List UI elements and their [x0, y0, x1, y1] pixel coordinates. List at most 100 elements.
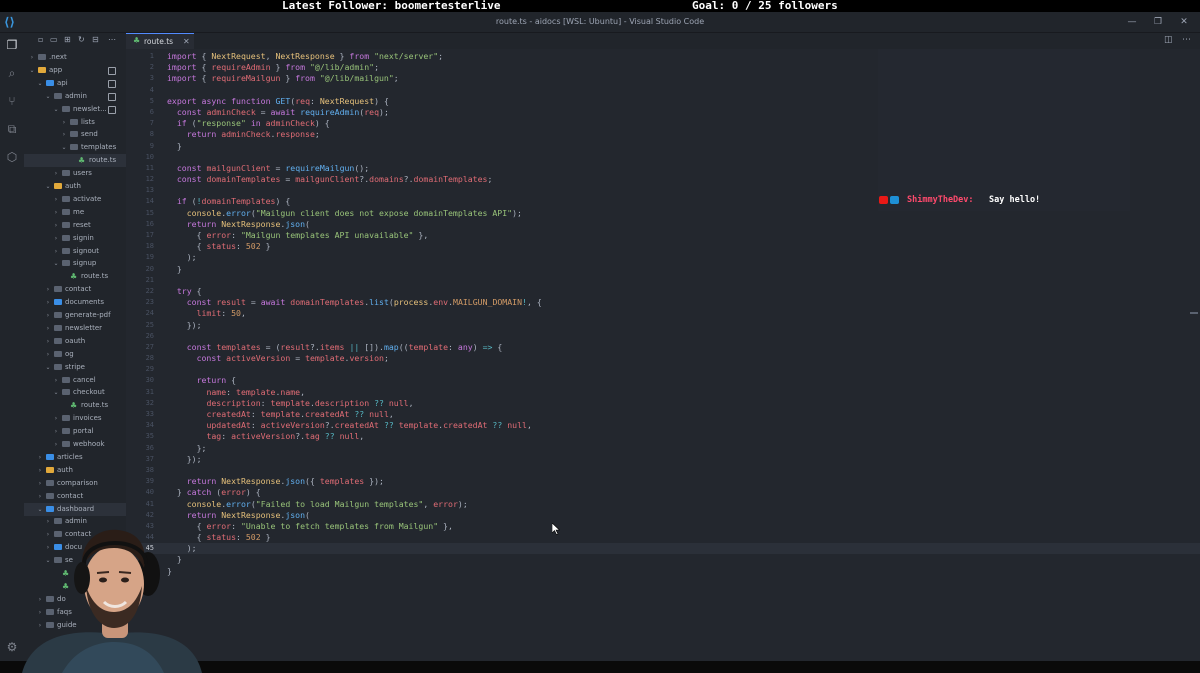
code-line[interactable]: 22 try { — [126, 286, 1200, 297]
code-line[interactable]: 23 const result = await domainTemplates.… — [126, 297, 1200, 308]
chevron-right-icon[interactable]: › — [52, 245, 60, 258]
tree-folder-item[interactable]: › invoices — [24, 412, 126, 425]
tree-folder-item[interactable]: ⌄ auth — [24, 180, 126, 193]
tree-folder-item[interactable]: › activate — [24, 193, 126, 206]
code-line[interactable]: 27 const templates = (result?.items || [… — [126, 342, 1200, 353]
code-line[interactable]: 43 { error: "Unable to fetch templates f… — [126, 521, 1200, 532]
tree-folder-item[interactable]: › og — [24, 348, 126, 361]
chevron-right-icon[interactable]: › — [28, 51, 36, 64]
source-control-icon[interactable]: ⑂ — [4, 93, 20, 109]
tree-folder-item[interactable]: › reset — [24, 219, 126, 232]
more-actions-icon[interactable]: ⋯ — [1182, 35, 1191, 45]
tree-file-item[interactable]: ♣ route.ts — [24, 154, 126, 168]
chevron-right-icon[interactable]: › — [60, 128, 68, 141]
chevron-down-icon[interactable]: ⌄ — [52, 257, 60, 270]
scrollbar-indicator[interactable] — [1190, 312, 1198, 314]
chevron-right-icon[interactable]: › — [52, 219, 60, 232]
extensions-icon[interactable]: ⬡ — [4, 149, 20, 165]
new-file-icon[interactable]: ▫ — [38, 35, 43, 44]
tree-folder-item[interactable]: › articles — [24, 451, 126, 464]
code-line[interactable]: 44 { status: 502 } — [126, 532, 1200, 543]
tree-folder-item[interactable]: ⌄ checkout — [24, 386, 126, 399]
chevron-right-icon[interactable]: › — [36, 464, 44, 477]
tree-folder-item[interactable]: ⌄ signup — [24, 257, 126, 270]
new-folder-plus-icon[interactable]: ⊞ — [64, 35, 71, 44]
tree-folder-item[interactable]: › generate-pdf — [24, 309, 126, 322]
tree-folder-item[interactable]: ⌄ newslet... — [24, 103, 126, 116]
code-line[interactable]: 45 ); — [126, 543, 1200, 555]
chevron-down-icon[interactable]: ⌄ — [36, 77, 44, 90]
tree-folder-item[interactable]: › documents — [24, 296, 126, 309]
tree-file-item[interactable]: ♣ route.ts — [24, 399, 126, 412]
new-folder-icon[interactable]: ▭ — [50, 35, 58, 44]
chevron-down-icon[interactable]: ⌄ — [28, 64, 36, 77]
tree-folder-item[interactable]: › signin — [24, 232, 126, 245]
code-line[interactable]: 47} — [126, 566, 1200, 577]
code-line[interactable]: 18 { status: 502 } — [126, 241, 1200, 252]
chevron-down-icon[interactable]: ⌄ — [52, 103, 60, 116]
chevron-right-icon[interactable]: › — [44, 296, 52, 309]
code-line[interactable]: 33 createdAt: template.createdAt ?? null… — [126, 409, 1200, 420]
chevron-down-icon[interactable]: ⌄ — [44, 180, 52, 193]
chevron-down-icon[interactable]: ⌄ — [36, 503, 44, 516]
code-line[interactable]: 25 }); — [126, 320, 1200, 331]
code-line[interactable]: 26 — [126, 331, 1200, 342]
code-line[interactable]: 31 name: template.name, — [126, 387, 1200, 398]
tree-folder-item[interactable]: › contact — [24, 283, 126, 296]
tree-folder-item[interactable]: ⌄ dashboard — [24, 502, 126, 516]
tree-folder-item[interactable]: › comparison — [24, 477, 126, 490]
split-editor-icon[interactable]: ◫ — [1164, 35, 1173, 45]
code-line[interactable]: 34 updatedAt: activeVersion?.createdAt ?… — [126, 420, 1200, 431]
chevron-right-icon[interactable]: › — [36, 490, 44, 503]
code-line[interactable]: 32 description: template.description ?? … — [126, 398, 1200, 409]
code-line[interactable]: 17 { error: "Mailgun templates API unava… — [126, 230, 1200, 241]
chevron-right-icon[interactable]: › — [36, 477, 44, 490]
code-line[interactable]: 41 console.error("Failed to load Mailgun… — [126, 499, 1200, 510]
chevron-right-icon[interactable]: › — [52, 425, 60, 438]
code-line[interactable]: 29 — [126, 364, 1200, 375]
refresh-icon[interactable]: ↻ — [78, 35, 85, 44]
tree-folder-item[interactable]: ⌄ api — [24, 77, 126, 90]
tree-folder-item[interactable]: ⌄ templates — [24, 141, 126, 154]
chevron-right-icon[interactable]: › — [44, 348, 52, 361]
tree-folder-item[interactable]: › oauth — [24, 335, 126, 348]
code-line[interactable]: 37 }); — [126, 454, 1200, 465]
chevron-right-icon[interactable]: › — [44, 322, 52, 335]
chevron-right-icon[interactable]: › — [44, 309, 52, 322]
tree-folder-item[interactable]: ⌄ stripe — [24, 361, 126, 374]
chevron-down-icon[interactable]: ⌄ — [52, 386, 60, 399]
code-line[interactable]: 40 } catch (error) { — [126, 487, 1200, 498]
tree-folder-item[interactable]: › me — [24, 206, 126, 219]
chevron-right-icon[interactable]: › — [52, 167, 60, 180]
chevron-right-icon[interactable]: › — [52, 374, 60, 387]
code-line[interactable]: 35 tag: activeVersion?.tag ?? null, — [126, 431, 1200, 442]
chevron-down-icon[interactable]: ⌄ — [60, 141, 68, 154]
code-line[interactable]: 16 return NextResponse.json( — [126, 219, 1200, 230]
chevron-right-icon[interactable]: › — [52, 412, 60, 425]
tab-route-ts[interactable]: ♣ route.ts ✕ — [126, 33, 194, 49]
chevron-right-icon[interactable]: › — [52, 232, 60, 245]
close-window-button[interactable]: ✕ — [1172, 12, 1196, 32]
chevron-right-icon[interactable]: › — [52, 438, 60, 451]
tree-folder-item[interactable]: › users — [24, 167, 126, 180]
tree-folder-item[interactable]: › webhook — [24, 438, 126, 451]
tree-folder-item[interactable]: › newsletter — [24, 322, 126, 335]
code-line[interactable]: 21 — [126, 275, 1200, 286]
remote-explorer-icon[interactable]: ⧉ — [4, 121, 20, 137]
tree-folder-item[interactable]: › send — [24, 128, 126, 141]
code-line[interactable]: 36 }; — [126, 443, 1200, 454]
chevron-right-icon[interactable]: › — [36, 451, 44, 464]
chevron-right-icon[interactable]: › — [44, 283, 52, 296]
code-line[interactable]: 39 return NextResponse.json({ templates … — [126, 476, 1200, 487]
code-line[interactable]: 19 ); — [126, 252, 1200, 263]
chevron-right-icon[interactable]: › — [60, 116, 68, 129]
tree-file-item[interactable]: ♣ route.ts — [24, 270, 126, 283]
tree-folder-item[interactable]: › contact — [24, 490, 126, 503]
chevron-right-icon[interactable]: › — [52, 193, 60, 206]
close-tab-icon[interactable]: ✕ — [183, 34, 190, 49]
code-line[interactable]: 42 return NextResponse.json( — [126, 510, 1200, 521]
tree-folder-item[interactable]: ⌄ admin — [24, 90, 126, 103]
chevron-right-icon[interactable]: › — [44, 335, 52, 348]
collapse-all-icon[interactable]: ⊟ — [92, 35, 99, 44]
tree-folder-item[interactable]: › portal — [24, 425, 126, 438]
